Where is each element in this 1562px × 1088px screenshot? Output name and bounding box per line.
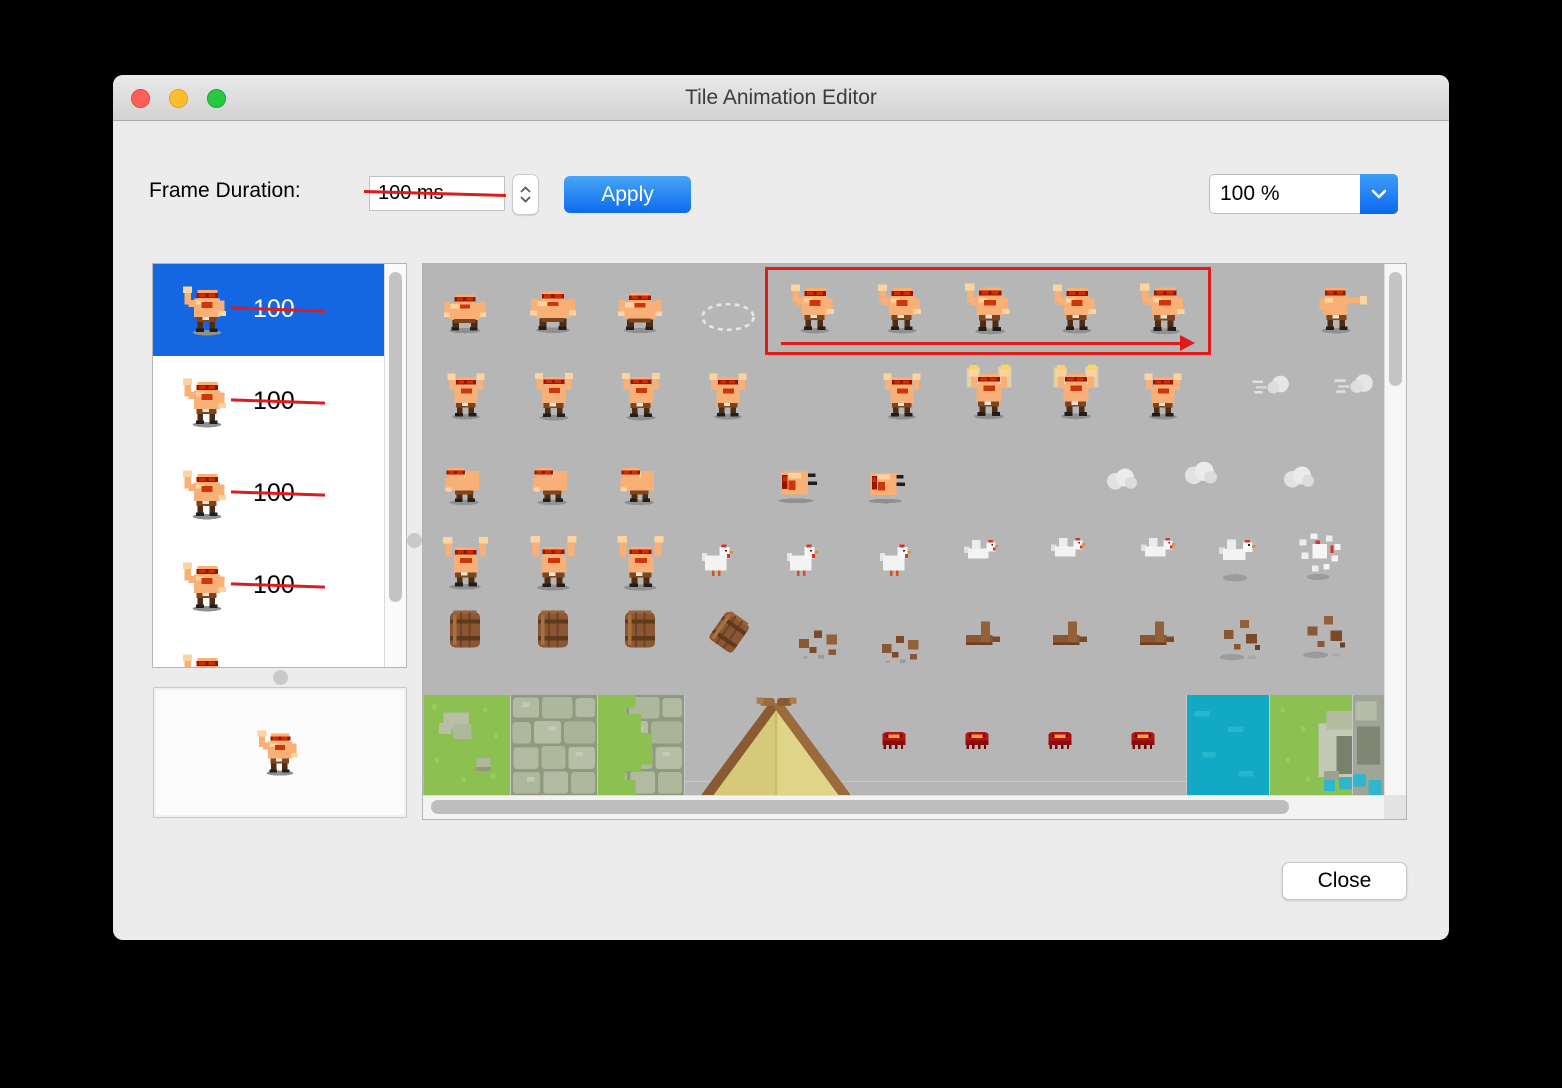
tile-hero-cheer[interactable]	[524, 534, 584, 594]
frame-sprite	[179, 466, 235, 524]
tile-hero-hunch[interactable]	[609, 455, 671, 509]
tile-barrel[interactable]	[618, 608, 662, 656]
tile-dfall[interactable]	[1215, 618, 1265, 662]
splitter-handle[interactable]	[407, 533, 422, 548]
tile-hero-armsup[interactable]	[439, 367, 493, 425]
tile-hero-armsup[interactable]	[701, 367, 755, 425]
tile-barrel-tilt[interactable]	[704, 611, 752, 657]
tile-barrel[interactable]	[531, 608, 575, 656]
scrollbar-thumb[interactable]	[431, 800, 1289, 814]
frame-sprite	[179, 282, 235, 340]
frame-list-item[interactable]: 100	[153, 632, 384, 668]
frame-duration-label: Frame Duration:	[149, 179, 301, 202]
frame-list-item[interactable]: 100	[153, 540, 384, 632]
tile-hero-lying[interactable]	[771, 456, 825, 510]
tileset-canvas[interactable]	[423, 264, 1384, 795]
tile-crab[interactable]	[1127, 729, 1159, 751]
frame-list[interactable]: 100100100100100	[152, 263, 407, 668]
window-titlebar[interactable]: Tile Animation Editor	[113, 75, 1449, 121]
stepper-down-icon[interactable]	[520, 196, 531, 203]
tile-chicken-fly[interactable]	[1134, 535, 1180, 573]
frame-list-item[interactable]: 100	[153, 448, 384, 540]
zoom-select[interactable]: 100 %	[1209, 174, 1398, 214]
tile-hero-armsup[interactable]	[875, 367, 929, 425]
stepper-up-icon[interactable]	[520, 186, 531, 193]
tile-hero-cheer[interactable]	[611, 534, 671, 594]
frame-duration-input[interactable]	[369, 176, 505, 211]
tile-hero-armsup[interactable]	[613, 367, 669, 425]
tile-crab[interactable]	[1044, 729, 1076, 751]
tile-debris[interactable]	[875, 630, 929, 666]
tile-chicken-fly[interactable]	[1044, 535, 1090, 573]
tile-tile-grass2[interactable]	[1270, 695, 1352, 795]
tile-hero-crouch[interactable]	[437, 285, 493, 337]
tile-hero-hunch[interactable]	[435, 455, 495, 509]
preview-sprite	[254, 726, 306, 780]
frame-list-rows: 100100100100100	[153, 264, 384, 667]
tile-chicken-burst[interactable]	[1293, 531, 1345, 583]
frame-sprite	[179, 374, 235, 432]
tile-tile-stone[interactable]	[511, 695, 597, 795]
tile-hero-cheer[interactable]	[437, 534, 495, 594]
tile-hero-armsup[interactable]	[1136, 367, 1190, 425]
splitter-handle[interactable]	[273, 670, 288, 685]
tile-hero-crouch[interactable]	[611, 283, 669, 337]
tile-hero-armsup-flame[interactable]	[960, 363, 1018, 425]
frame-sprite	[179, 558, 235, 616]
zoom-value: 100 %	[1220, 182, 1280, 205]
tile-hero-punch[interactable]	[1309, 281, 1371, 337]
tile-crab[interactable]	[961, 729, 993, 751]
tile-smoke-dash[interactable]	[1331, 368, 1375, 398]
tile-tile-rockedge[interactable]	[1353, 695, 1384, 795]
frame-duration-value: 100	[253, 663, 295, 667]
close-button[interactable]: Close	[1282, 862, 1407, 900]
tileset-panel	[422, 263, 1407, 820]
frame-list-item[interactable]: 100	[153, 264, 384, 356]
tile-tile-grass[interactable]	[424, 695, 510, 795]
tile-hero-hunch[interactable]	[522, 455, 584, 509]
red-arrow-annotation	[781, 335, 1195, 351]
tile-hero-lying[interactable]	[859, 458, 915, 510]
tile-barrel[interactable]	[443, 608, 487, 656]
tile-smoke-dash[interactable]	[1249, 370, 1291, 398]
tile-chicken-stand[interactable]	[695, 541, 737, 583]
tileset-horizontal-scrollbar[interactable]	[423, 795, 1384, 819]
scrollbar-thumb[interactable]	[1389, 272, 1402, 386]
frame-list-scrollbar[interactable]	[384, 264, 406, 667]
tile-chicken-stand[interactable]	[873, 541, 915, 583]
tile-wood[interactable]	[1046, 616, 1094, 654]
screenshot-canvas: Tile Animation Editor Frame Duration: Ap…	[0, 0, 1562, 1088]
tile-dfall[interactable]	[1297, 614, 1351, 660]
tile-hero-armsup-flame[interactable]	[1047, 363, 1105, 425]
tile-debris[interactable]	[795, 624, 845, 662]
tile-smoke-puff[interactable]	[1101, 464, 1143, 494]
window-title: Tile Animation Editor	[685, 86, 877, 109]
tile-wood[interactable]	[959, 616, 1007, 654]
chevron-down-icon[interactable]	[1360, 174, 1398, 214]
frame-list-item[interactable]: 100	[153, 356, 384, 448]
tile-tile-tent[interactable]	[685, 697, 867, 795]
tile-hero-armsup[interactable]	[526, 367, 582, 425]
tile-chicken-land[interactable]	[1213, 537, 1261, 585]
tile-crab[interactable]	[878, 729, 910, 751]
animation-preview	[153, 687, 407, 818]
frame-sprite	[179, 650, 235, 668]
tile-dashed-oval[interactable]	[695, 300, 761, 334]
scrollbar-corner	[1384, 795, 1406, 819]
tile-animation-editor-window: Tile Animation Editor Frame Duration: Ap…	[113, 75, 1449, 940]
tile-smoke-puff[interactable]	[1279, 462, 1319, 492]
scrollbar-thumb[interactable]	[389, 272, 402, 602]
frame-duration-stepper[interactable]	[512, 174, 539, 215]
tile-chicken-fly[interactable]	[957, 537, 1003, 575]
tileset-vertical-scrollbar[interactable]	[1384, 264, 1406, 795]
tile-wood[interactable]	[1133, 616, 1181, 654]
tile-smoke-puff[interactable]	[1178, 457, 1224, 489]
tile-chicken-stand[interactable]	[780, 541, 822, 583]
tile-tile-stonegrass[interactable]	[598, 695, 684, 795]
tile-hero-crouch[interactable]	[523, 281, 583, 337]
apply-button[interactable]: Apply	[564, 176, 691, 213]
tile-tile-water[interactable]	[1187, 695, 1269, 795]
